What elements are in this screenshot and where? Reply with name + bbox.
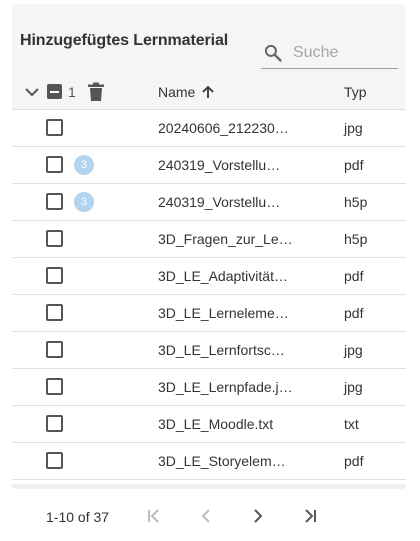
file-type: jpg xyxy=(344,379,363,395)
file-type: jpg xyxy=(344,120,363,136)
chevron-down-icon[interactable] xyxy=(24,84,40,100)
column-header-name-label: Name xyxy=(158,84,196,100)
pagination: 1-10 of 37 xyxy=(12,500,406,532)
usage-count-badge: 3 xyxy=(74,155,94,175)
deselect-all-checkbox[interactable] xyxy=(47,84,62,99)
previous-page-icon[interactable] xyxy=(194,504,218,528)
file-type: h5p xyxy=(344,231,368,247)
row-checkbox[interactable] xyxy=(46,230,63,247)
file-name: 240319_Vorstellu… xyxy=(158,157,281,173)
table-row[interactable]: 3 240319_Vorstellu… h5p xyxy=(12,184,406,221)
row-checkbox[interactable] xyxy=(46,378,63,395)
table-footer-divider xyxy=(12,484,406,489)
panel-title: Hinzugefügtes Lernmaterial xyxy=(20,32,229,49)
row-checkbox[interactable] xyxy=(46,341,63,358)
file-name: 3D_LE_Lernpfade.j… xyxy=(158,379,293,395)
last-page-icon[interactable] xyxy=(298,504,322,528)
file-type: pdf xyxy=(344,453,364,469)
file-type: txt xyxy=(344,416,359,432)
file-name: 3D_LE_Adaptivität… xyxy=(158,268,288,284)
table-row[interactable]: 3 240319_Vorstellu… pdf xyxy=(12,147,406,184)
file-name: 3D_LE_Moodle.txt xyxy=(158,416,274,432)
table-body: 20240606_212230… jpg 3 240319_Vorstellu… pdf… xyxy=(12,110,406,480)
table-header: 1 Name Typ xyxy=(12,74,406,110)
file-type: h5p xyxy=(344,194,368,210)
table-row[interactable]: 3D_LE_Lerneleme… pdf xyxy=(12,295,406,332)
table-row[interactable]: 3D_LE_Lernpfade.j… jpg xyxy=(12,369,406,406)
file-type: pdf xyxy=(344,157,364,173)
file-name: 3D_Fragen_zur_Le… xyxy=(158,231,293,247)
first-page-icon[interactable] xyxy=(142,504,166,528)
file-type: jpg xyxy=(344,342,363,358)
table-row[interactable]: 3D_LE_Storyelem… pdf xyxy=(12,443,406,480)
table-row[interactable]: 20240606_212230… jpg xyxy=(12,110,406,147)
pagination-range: 1-10 of 37 xyxy=(46,509,110,525)
row-checkbox[interactable] xyxy=(46,119,63,136)
column-header-type[interactable]: Typ xyxy=(344,84,367,100)
learning-material-panel: Hinzugefügtes Lernmaterial 1 Name xyxy=(12,4,406,488)
row-checkbox[interactable] xyxy=(46,193,63,210)
arrow-up-icon xyxy=(202,85,214,98)
column-header-name[interactable]: Name xyxy=(158,84,215,100)
panel-header: Hinzugefügtes Lernmaterial xyxy=(12,4,406,74)
selected-count: 1 xyxy=(68,84,76,100)
file-name: 20240606_212230… xyxy=(158,120,289,136)
table-row[interactable]: 3D_LE_Adaptivität… pdf xyxy=(12,258,406,295)
next-page-icon[interactable] xyxy=(246,504,270,528)
table-row[interactable]: 3D_LE_Lernfortsc… jpg xyxy=(12,332,406,369)
table-row[interactable]: 3D_Fragen_zur_Le… h5p xyxy=(12,221,406,258)
file-type: pdf xyxy=(344,305,364,321)
file-name: 3D_LE_Lerneleme… xyxy=(158,305,289,321)
file-type: pdf xyxy=(344,268,364,284)
search-field[interactable] xyxy=(261,40,398,69)
row-checkbox[interactable] xyxy=(46,267,63,284)
search-icon xyxy=(264,44,282,62)
usage-count-badge: 3 xyxy=(74,192,94,212)
row-checkbox[interactable] xyxy=(46,304,63,321)
trash-icon[interactable] xyxy=(87,82,105,102)
row-checkbox[interactable] xyxy=(46,156,63,173)
row-checkbox[interactable] xyxy=(46,452,63,469)
file-name: 3D_LE_Lernfortsc… xyxy=(158,342,285,358)
material-table: 1 Name Typ 20240606_212230… jpg 3 240319_Vo… xyxy=(12,74,406,480)
file-name: 240319_Vorstellu… xyxy=(158,194,281,210)
search-input[interactable] xyxy=(293,42,393,64)
row-checkbox[interactable] xyxy=(46,415,63,432)
table-row[interactable]: 3D_LE_Moodle.txt txt xyxy=(12,406,406,443)
file-name: 3D_LE_Storyelem… xyxy=(158,453,286,469)
